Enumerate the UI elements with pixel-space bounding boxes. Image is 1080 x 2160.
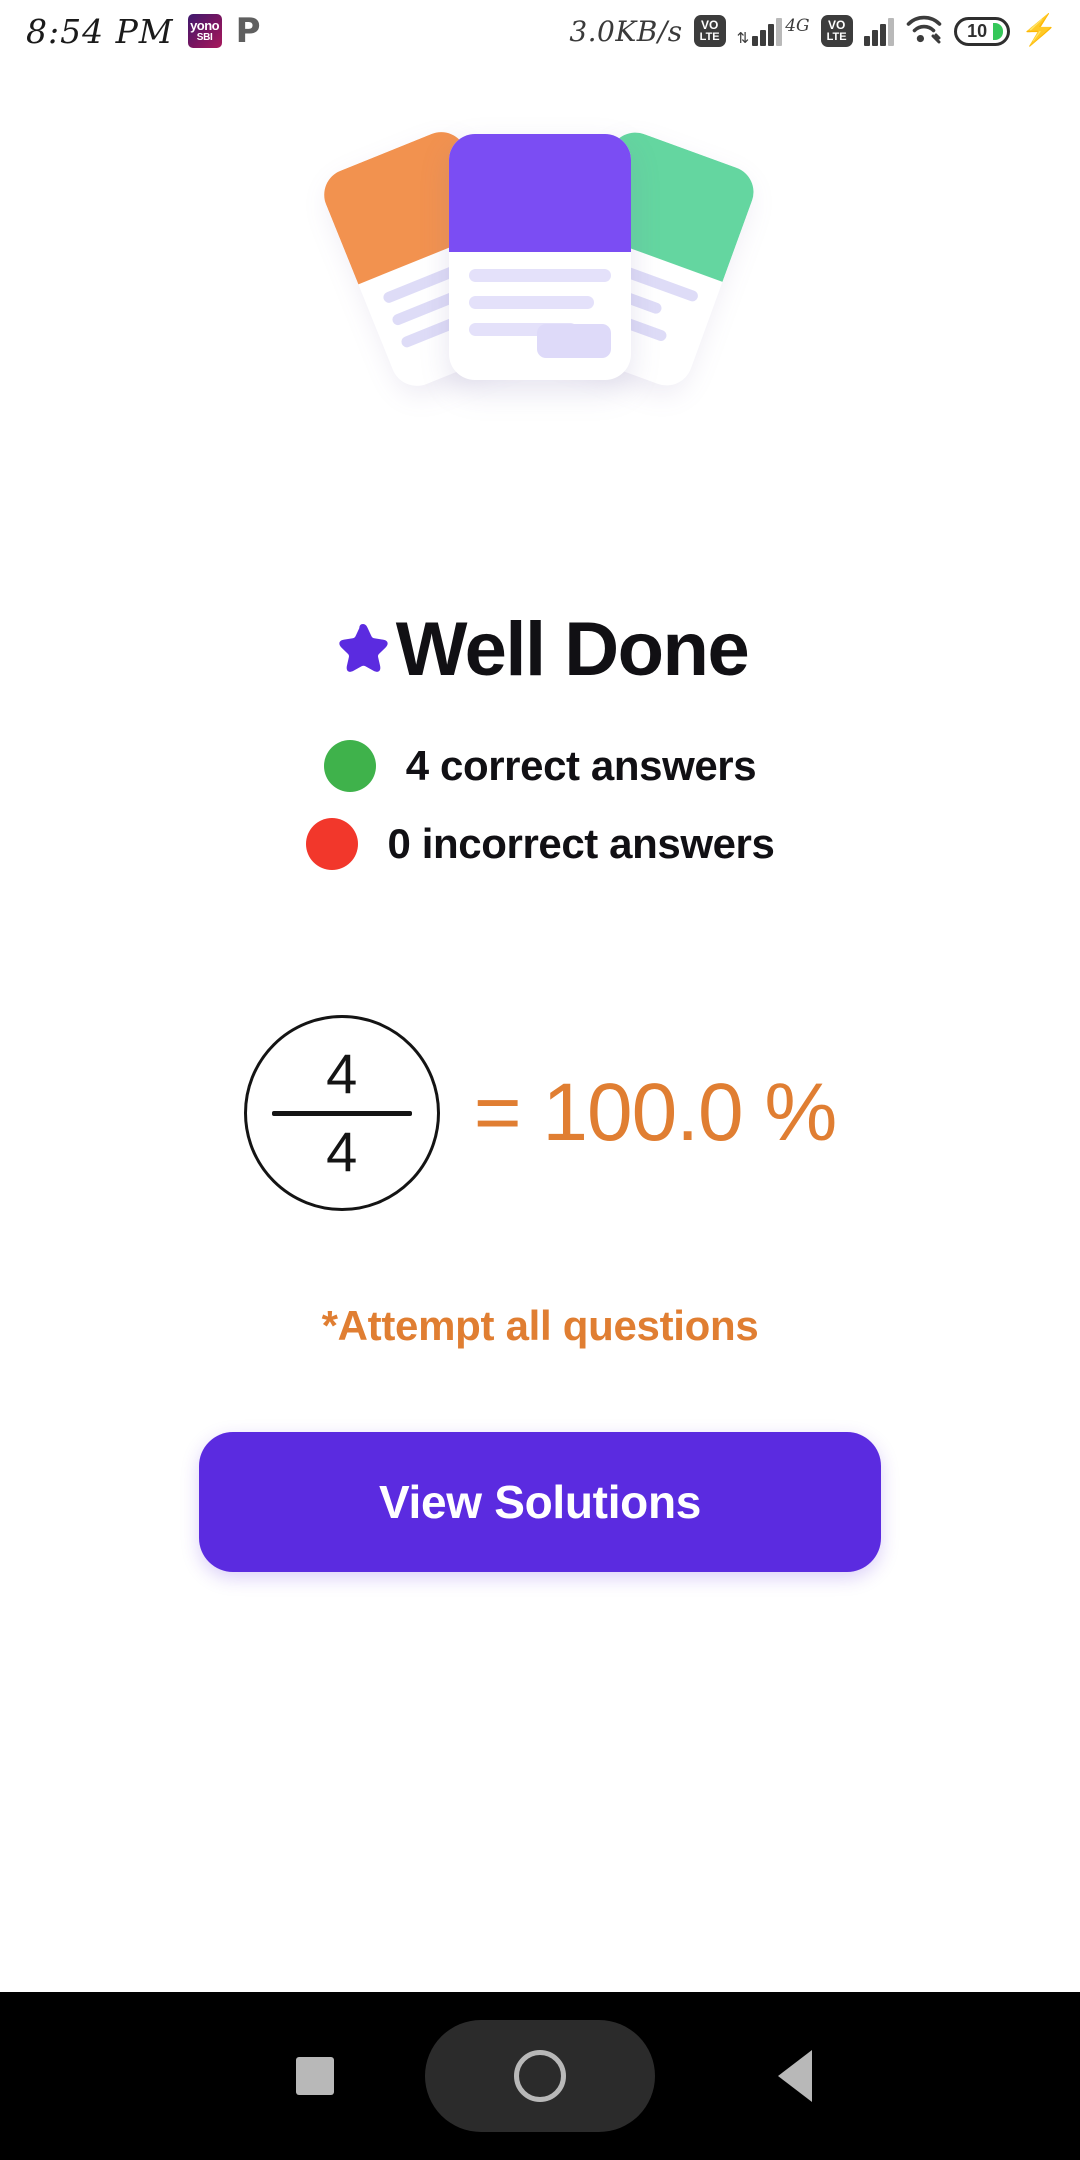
fraction-bar [271,1110,412,1116]
star-icon [332,619,396,681]
cta-container: View Solutions [0,1432,1080,1572]
battery-icon: 10 [953,16,1010,46]
incorrect-answers-label: 0 incorrect answers [387,820,775,867]
wifi-icon [905,14,943,49]
score-fraction-circle: 4 4 [243,1015,440,1211]
network-type-label: 4G [785,16,810,36]
quiz-result-screen: 8:54 PM yono SBI P 3.0KB/s VO LTE ⇅ 4G V… [0,0,1080,2160]
volte2-top-label: VO [827,18,846,32]
fraction-numerator: 4 [326,1041,358,1105]
correct-answers-label: 4 correct answers [405,742,757,789]
status-bar: 8:54 PM yono SBI P 3.0KB/s VO LTE ⇅ 4G V… [0,0,1080,62]
answer-stats: 4 correct answers 0 incorrect answers [0,740,1080,896]
network-speed-label: 3.0KB/s [569,14,683,48]
score-summary: 4 4 = 100.0 % [0,1015,1080,1211]
volte-bottom-label: LTE [699,31,720,43]
volte-icon-sim2: VO LTE [820,15,853,47]
status-bar-right: 3.0KB/s VO LTE ⇅ 4G VO LTE 10 ⚡ [569,14,1080,49]
battery-level-label: 10 [967,20,988,41]
back-triangle-icon[interactable] [778,2050,812,2102]
green-dot-icon [323,740,376,792]
android-navigation-bar [0,1992,1080,2160]
illustration-card-center [449,134,631,380]
result-heading: Well Done [0,612,1080,688]
illustration-card-button [537,324,611,358]
result-cards-illustration [0,118,1080,408]
signal-bars-icon-sim2 [863,16,894,46]
stat-row-correct: 4 correct answers [0,740,1080,792]
view-solutions-button[interactable]: View Solutions [199,1432,881,1572]
charging-bolt-icon: ⚡ [1020,14,1058,47]
red-dot-icon [305,818,358,870]
score-percentage-label: = 100.0 % [473,1067,838,1158]
yono-icon-line1: yono [190,18,220,33]
stat-row-incorrect: 0 incorrect answers [0,818,1080,870]
home-circle-icon [514,2050,566,2102]
attempt-note: *Attempt all questions [321,1302,759,1349]
volte-top-label: VO [700,18,719,32]
volte-icon-sim1: VO LTE [693,15,726,47]
status-bar-left: 8:54 PM yono SBI P [0,12,261,51]
recents-square-icon[interactable] [296,2057,334,2095]
yono-icon-line2: SBI [196,32,213,43]
yono-sbi-icon: yono SBI [187,14,222,48]
status-bar-clock: 8:54 PM [26,11,174,51]
data-transfer-icon: ⇅ [736,30,750,47]
phonepe-icon: P [235,11,261,51]
signal-bars-icon-sim1: ⇅ 4G [737,16,810,46]
fraction-denominator: 4 [326,1119,358,1183]
page-title: Well Done [395,607,750,692]
home-button[interactable] [425,2020,655,2132]
volte2-bottom-label: LTE [826,31,847,43]
